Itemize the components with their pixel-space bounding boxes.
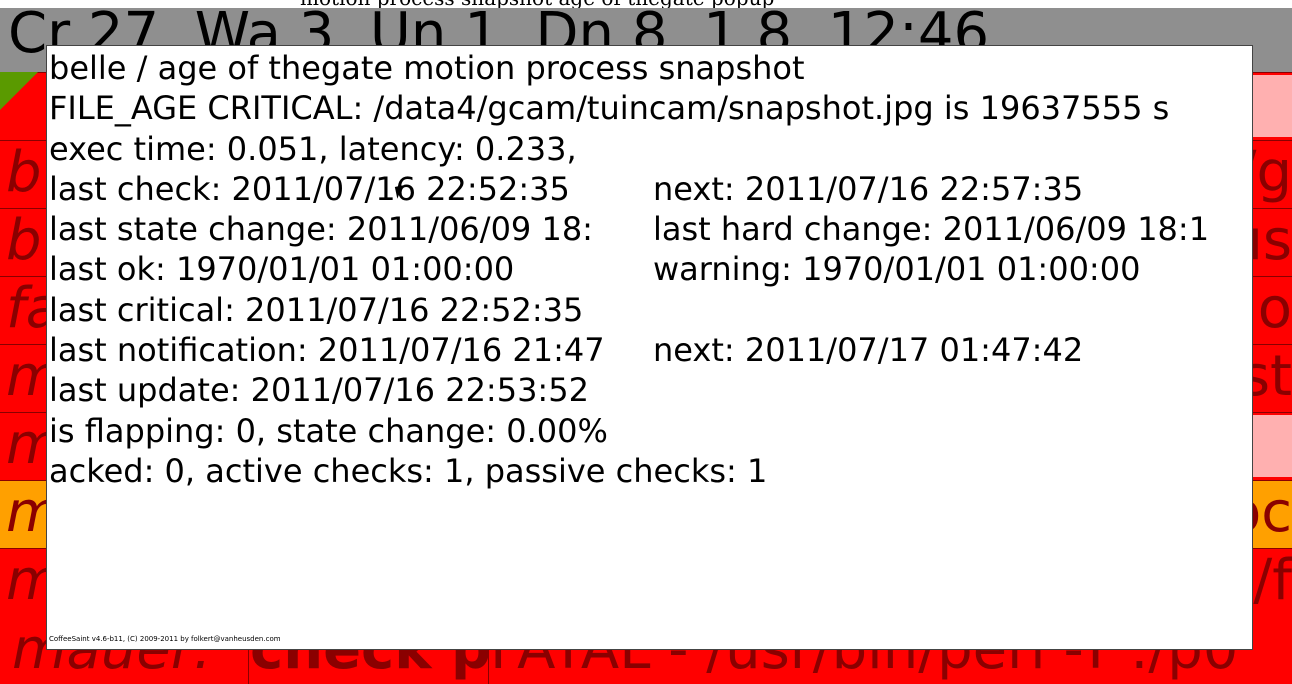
detail-line: last critical: 2011/07/16 22:52:35 xyxy=(49,290,1249,330)
detail-line: FILE_AGE CRITICAL: /data4/gcam/tuincam/s… xyxy=(49,88,1249,128)
detail-line: exec time: 0.051, latency: 0.233, xyxy=(49,129,1249,169)
top-strip-text: motion process snapshot age of thegate p… xyxy=(300,0,774,8)
detail-line: is flapping: 0, state change: 0.00% xyxy=(49,411,1249,451)
detail-text: exec time: 0.051, latency: 0.233, xyxy=(49,129,577,168)
detail-text: last update: 2011/07/16 22:53:52 xyxy=(49,371,589,410)
detail-text: acked: 0, active checks: 1, passive chec… xyxy=(49,451,768,490)
detail-text-secondary: next: 2011/07/16 22:57:35 xyxy=(653,169,1084,208)
detail-text: is flapping: 0, state change: 0.00% xyxy=(49,411,608,450)
service-details-popup[interactable]: belle / age of thegate motion process sn… xyxy=(46,45,1253,650)
version-footer: CoffeeSaint v4.6-b11, (C) 2009-2011 by f… xyxy=(49,635,281,643)
detail-line: last ok: 1970/01/01 01:00:00 warning: 197… xyxy=(49,249,1249,289)
acknowledged-flag-icon xyxy=(0,72,38,110)
detail-line: last check: 2011/07/16 22:52:35 next: 201… xyxy=(49,169,1249,209)
detail-text: last ok: 1970/01/01 01:00:00 xyxy=(49,250,515,289)
detail-line: last notification: 2011/07/16 21:47 next:… xyxy=(49,330,1249,370)
detail-line: last update: 2011/07/16 22:53:52 xyxy=(49,370,1249,410)
detail-text: FILE_AGE CRITICAL: /data4/gcam/tuincam/s… xyxy=(49,89,1170,128)
details-lines: belle / age of thegate motion process sn… xyxy=(49,48,1249,491)
row-host: b xyxy=(6,140,42,205)
detail-text: last check: 2011/07/16 22:52:35 xyxy=(49,169,570,208)
top-strip: motion process snapshot age of thegate p… xyxy=(0,0,1292,8)
sparkline-graph xyxy=(1252,75,1292,137)
detail-text-secondary: warning: 1970/01/01 01:00:00 xyxy=(653,250,1141,289)
sparkline-graph xyxy=(1252,415,1292,477)
detail-line: acked: 0, active checks: 1, passive chec… xyxy=(49,451,1249,491)
detail-text: last notification: 2011/07/16 21:47 xyxy=(49,331,605,370)
detail-text: last critical: 2011/07/16 22:52:35 xyxy=(49,290,584,329)
detail-line: last state change: 2011/06/09 18: last ha… xyxy=(49,209,1249,249)
detail-text-secondary: last hard change: 2011/06/09 18:1 xyxy=(653,210,1210,249)
detail-title: belle / age of thegate motion process sn… xyxy=(49,48,1249,88)
detail-text: last state change: 2011/06/09 18: xyxy=(49,210,593,249)
detail-text-secondary: next: 2011/07/17 01:47:42 xyxy=(653,331,1084,370)
row-host: b xyxy=(6,208,42,273)
detail-text: belle / age of thegate motion process sn… xyxy=(49,49,805,87)
